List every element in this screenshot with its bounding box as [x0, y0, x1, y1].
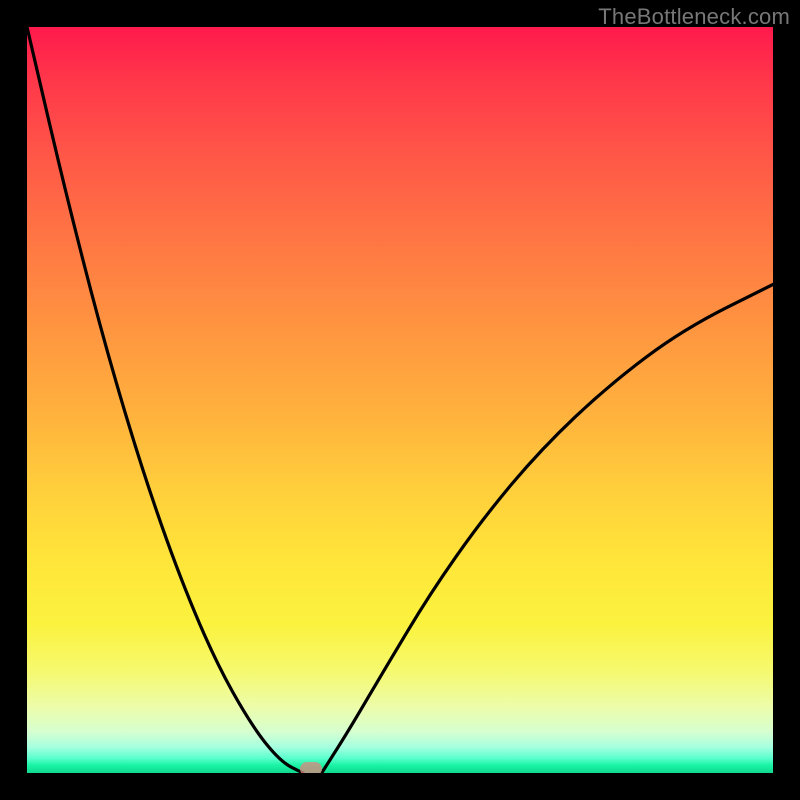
minimum-marker [300, 762, 322, 773]
plot-area [27, 27, 773, 773]
curve-right-branch [322, 284, 773, 773]
bottleneck-curve [27, 27, 773, 773]
chart-frame: TheBottleneck.com [0, 0, 800, 800]
curve-left-branch [27, 27, 303, 773]
watermark-text: TheBottleneck.com [598, 4, 790, 30]
